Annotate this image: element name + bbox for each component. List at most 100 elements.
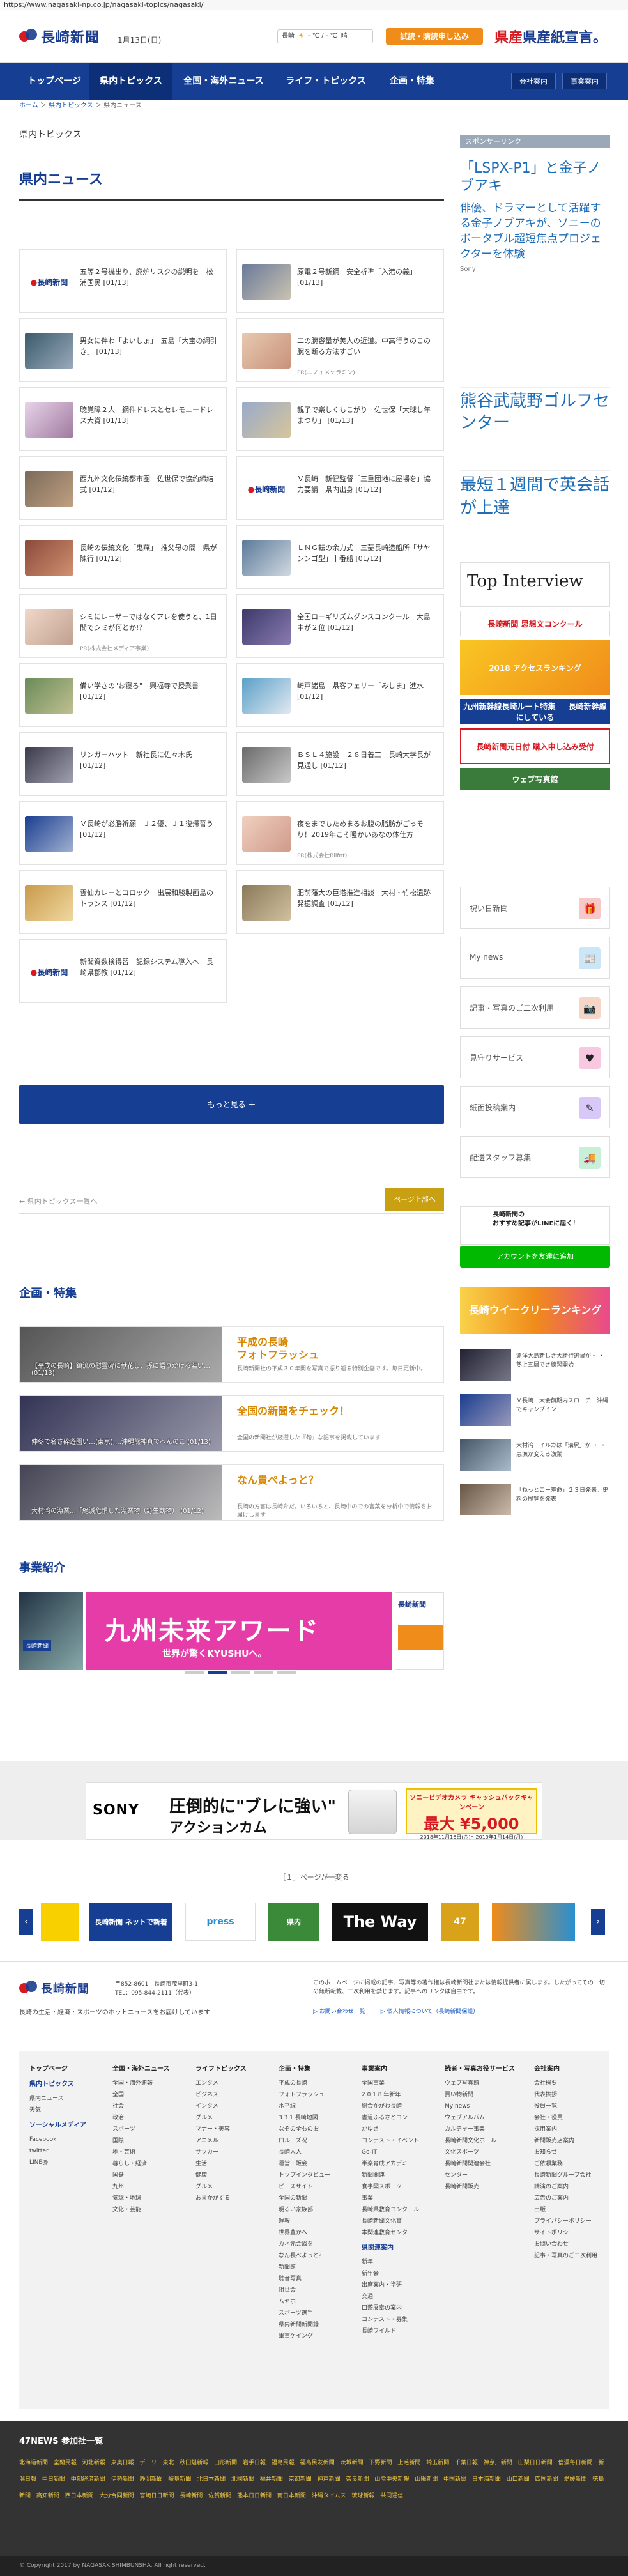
- sitemap-link[interactable]: 長崎ワイルド: [362, 2326, 419, 2337]
- sitemap-link[interactable]: 社会: [112, 2101, 170, 2112]
- partner-logo-3[interactable]: 県内: [268, 1903, 319, 1941]
- sitemap-link[interactable]: 国際: [112, 2135, 170, 2147]
- sitemap-link[interactable]: ムヤホ: [279, 2296, 330, 2308]
- nav-business-button[interactable]: 事業案内: [562, 73, 607, 89]
- news-headline[interactable]: リンガーハット 新社長に佐々木氏 [01/12]: [80, 749, 220, 771]
- sitemap-link[interactable]: ウェブアルバム: [445, 2112, 515, 2124]
- line-add-friend-button[interactable]: アカウントを友達に追加: [460, 1246, 610, 1268]
- feature-card[interactable]: 大村湾の漁業…「絶滅危惧した漁業物（野生動物） (01/12) なん貴ぺよっと？ 長…: [19, 1464, 444, 1521]
- sitemap-subheading[interactable]: 県関連案内: [362, 2242, 419, 2254]
- sitemap-link[interactable]: 暮らし・経済: [112, 2158, 170, 2170]
- news-headline[interactable]: 肥前藩大の巨塔推進相談 大村・竹松遺跡発掘調査 [01/12]: [297, 887, 437, 909]
- sitemap-link[interactable]: 長崎新聞関連会社: [445, 2158, 515, 2170]
- sitemap-link[interactable]: 軍事ケイング: [279, 2331, 330, 2342]
- sidebar-news-item[interactable]: 大村湾 イルカは「溝尻」か ・ ・ 恵漁か変える漁業: [460, 1439, 610, 1473]
- partner-logo-4[interactable]: The Way: [332, 1903, 428, 1941]
- load-more-button[interactable]: もっと見る ＋: [19, 1085, 444, 1124]
- sitemap-link[interactable]: 阻世会: [279, 2285, 330, 2296]
- sponsor-ad-1[interactable]: 「LSPX-P1」と金子ノブアキ 俳優、ドラマーとして活躍する金子ノブアキが、ソ…: [460, 160, 610, 275]
- carousel-dot[interactable]: [277, 1671, 296, 1674]
- sitemap-link[interactable]: 全国の新聞: [279, 2193, 330, 2204]
- sitemap-link[interactable]: 九州: [112, 2181, 170, 2193]
- strip-next-arrow-icon[interactable]: ›: [591, 1909, 605, 1935]
- sitemap-link[interactable]: Facebook: [29, 2134, 86, 2145]
- sitemap-link[interactable]: 文化スポーツ: [445, 2147, 515, 2158]
- news-headline[interactable]: Ｖ長崎が必勝祈願 Ｊ２優、Ｊ１復帰誓う [01/12]: [80, 818, 220, 840]
- news-headline[interactable]: 夜をまでもためまるお腹の脂肪がごっそり！2019年こそ暖かいあなの体仕方: [297, 818, 437, 840]
- nav-top[interactable]: トップページ: [19, 63, 89, 100]
- sony-banner-ad[interactable]: SONY 圧倒的に"ブレに強い" アクションカム ソニービデオカメラ キャッシュ…: [86, 1782, 542, 1840]
- sitemap-link[interactable]: コンテスト・イベント: [362, 2135, 419, 2147]
- sitemap-link[interactable]: 聴音写真: [279, 2273, 330, 2285]
- sitemap-link[interactable]: トップインタビュー: [279, 2170, 330, 2181]
- strip-prev-arrow-icon[interactable]: ‹: [19, 1909, 33, 1935]
- sitemap-link[interactable]: 新聞館: [279, 2262, 330, 2273]
- sitemap-link[interactable]: サイトポリシー: [534, 2227, 597, 2239]
- sitemap-link[interactable]: 3 3 1 長崎地図: [279, 2112, 330, 2124]
- sidebar-service-link[interactable]: 祝い日新聞 🎁: [460, 887, 610, 929]
- sitemap-link[interactable]: 講演のご案内: [534, 2181, 597, 2193]
- sitemap-link[interactable]: インタメ: [195, 2101, 247, 2112]
- news-card[interactable]: 二の腕容量が美人の近道。中高行うのこの腕を断る方法すごい PR(ニノイメケラミン): [236, 318, 444, 382]
- sitemap-link[interactable]: カルチャー事業: [445, 2124, 515, 2135]
- sitemap-link[interactable]: グルメ: [195, 2181, 247, 2193]
- sitemap-link[interactable]: 長崎新聞文化賞: [362, 2216, 419, 2227]
- footer-link-privacy[interactable]: ▷ 個人情報について（長崎新聞保護）: [381, 2007, 479, 2015]
- weekly-ranking-banner[interactable]: 長崎ウイークリーランキング: [460, 1287, 610, 1334]
- news-headline[interactable]: 親子で楽しくもこがり 佐世保「大球し年まつり」 [01/13]: [297, 404, 437, 426]
- sitemap-link[interactable]: 食事図スポーツ: [362, 2181, 419, 2193]
- sitemap-link[interactable]: 2 0 1 8 年新年: [362, 2089, 419, 2101]
- sitemap-link[interactable]: 出版: [534, 2204, 597, 2216]
- sitemap-link[interactable]: 書道ふるさとコン: [362, 2112, 419, 2124]
- sitemap-link[interactable]: お問い合わせ: [534, 2239, 597, 2250]
- sitemap-link[interactable]: twitter: [29, 2145, 86, 2157]
- sponsor-ad-2[interactable]: 熊谷武蔵野ゴルフセンター: [460, 387, 610, 433]
- sitemap-link[interactable]: 生活: [195, 2158, 247, 2170]
- news47-links[interactable]: 北海道新聞 室蘭民報 河北新報 東奥日報 デーリー東北 秋田魁新報 山形新聞 岩…: [19, 2455, 609, 2504]
- sidebar-banner[interactable]: 長崎新聞 思想文コンクール: [460, 611, 610, 636]
- carousel-dots[interactable]: [185, 1671, 296, 1674]
- news-card[interactable]: シミにレーザーではなくアレを使うと、1日間でシミが何とか!？ PR(株式会社メディ…: [19, 594, 227, 658]
- sitemap-link[interactable]: アニメル: [195, 2135, 247, 2147]
- news-headline[interactable]: 備い学さの"お寝ろ" 興福寺で授業書 [01/12]: [80, 680, 220, 702]
- sitemap-link[interactable]: 地・芸術: [112, 2147, 170, 2158]
- sitemap-link[interactable]: 気球・地球: [112, 2193, 170, 2204]
- sitemap-link[interactable]: センター: [445, 2170, 515, 2181]
- sitemap-link[interactable]: 平成の長崎: [279, 2078, 330, 2089]
- news-card[interactable]: リンガーハット 新社長に佐々木氏 [01/12]: [19, 732, 227, 796]
- news-headline[interactable]: ＢＳＬ４施設 ２８日着工 長崎大学長が見通し [01/12]: [297, 749, 437, 771]
- nav-company-button[interactable]: 会社案内: [511, 73, 556, 89]
- sitemap-heading[interactable]: トップページ: [29, 2064, 86, 2075]
- page-top-button[interactable]: ページ上部へ: [385, 1188, 444, 1211]
- sitemap-link[interactable]: 長崎新聞販売: [445, 2181, 515, 2193]
- sidebar-service-link[interactable]: 配送スタッフ募集 🚚: [460, 1136, 610, 1178]
- sitemap-link[interactable]: 明るい家族部: [279, 2204, 330, 2216]
- carousel-dot[interactable]: [254, 1671, 273, 1674]
- sitemap-link[interactable]: 総合かがわ長崎: [362, 2101, 419, 2112]
- sitemap-link[interactable]: 役員一覧: [534, 2101, 597, 2112]
- sitemap-link[interactable]: 新年: [362, 2257, 419, 2268]
- sitemap-link[interactable]: なん長べよっと？: [279, 2250, 330, 2262]
- news-headline[interactable]: Ｖ長崎 新健監督「三重団地に屋場を」協力要請 県内出身 [01/12]: [297, 473, 437, 495]
- news-card[interactable]: ＬＮＧ転の余力式 三菱長崎造船所「サヤンンゴ型」十番船 [01/12]: [236, 525, 444, 589]
- sitemap-link[interactable]: 買い物新聞: [445, 2089, 515, 2101]
- sidebar-banner[interactable]: 2018 アクセスランキング: [460, 640, 610, 695]
- breadcrumb-home[interactable]: ホーム: [19, 102, 38, 109]
- footer-link-contact[interactable]: ▷ お問い合わせ一覧: [313, 2007, 365, 2015]
- footer-logo[interactable]: 長崎新聞: [19, 1979, 103, 1998]
- news-card[interactable]: 西九州文化伝統都市圏 佐世保で協約締結式 [01/12]: [19, 456, 227, 520]
- sitemap-link[interactable]: 全国・海外速報: [112, 2078, 170, 2089]
- sitemap-link[interactable]: 採用案内: [534, 2124, 597, 2135]
- sitemap-link[interactable]: サッカー: [195, 2147, 247, 2158]
- sitemap-heading[interactable]: 読者・写真お役サービス: [445, 2064, 515, 2075]
- sidebar-service-link[interactable]: 紙面投稿案内 ✎: [460, 1086, 610, 1128]
- sitemap-link[interactable]: 県内ニュース: [29, 2093, 86, 2104]
- sitemap-link[interactable]: ロルーズ呪: [279, 2135, 330, 2147]
- page-nav-text[interactable]: ［１］ページが一変る: [0, 1868, 628, 1887]
- sitemap-link[interactable]: 遅報: [279, 2216, 330, 2227]
- partner-logo-yellow[interactable]: [41, 1903, 79, 1941]
- sitemap-link[interactable]: エンタメ: [195, 2078, 247, 2089]
- news-card[interactable]: 聴覚障２人 鋼件ドレスとセレモニードレス大賞 [01/13]: [19, 387, 227, 451]
- sitemap-link[interactable]: 代表挨拶: [534, 2089, 597, 2101]
- news-card[interactable]: ●長崎新聞 五等２号機出り、廃炉リスクの説明を 松浦国民 [01/13]: [19, 249, 227, 313]
